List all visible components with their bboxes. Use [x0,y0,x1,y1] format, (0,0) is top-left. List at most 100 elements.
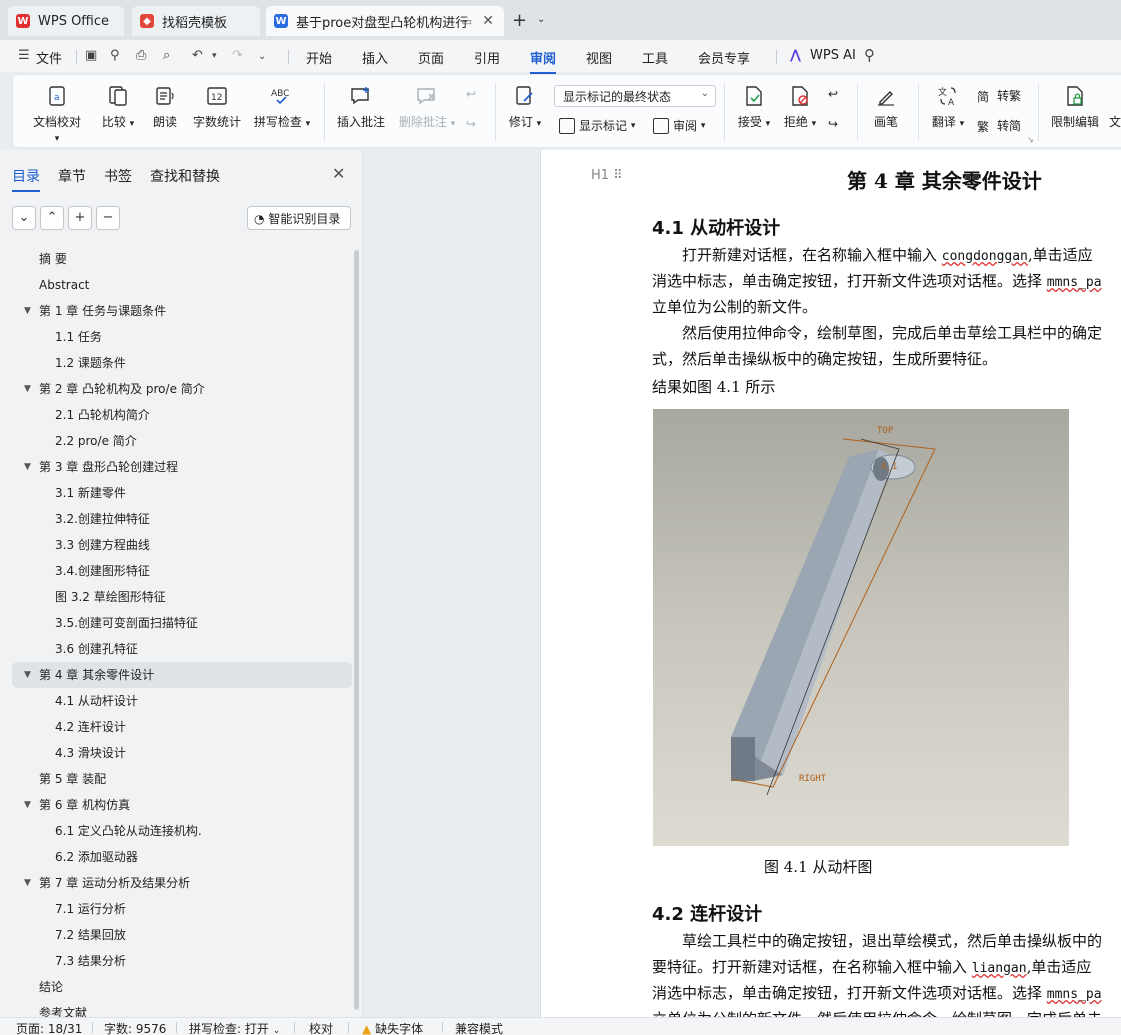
tab-docer[interactable]: ◆ 找稻壳模板 [132,6,260,36]
window-icon[interactable]: ▭ [462,15,472,28]
to-simplified-button[interactable]: 繁 转简 [977,117,1021,134]
wps-ai-icon[interactable]: ⋀ [790,48,801,63]
new-tab-icon[interactable]: + [512,10,527,31]
hamburger-icon[interactable]: ☰ [18,48,30,63]
save-icon[interactable]: ▣ [85,48,97,63]
spell-check-button[interactable]: ABC 拼写检查 ▾ [251,85,313,130]
menu-start[interactable]: 开始 [306,48,332,67]
toc-item[interactable]: 3.6 创建孔特征 [12,636,352,662]
toc-item[interactable]: Abstract [12,272,352,298]
restrict-edit-button[interactable]: 限制编辑 [1049,85,1101,130]
prev-comment-icon[interactable]: ↩ [466,87,476,101]
accept-button[interactable]: 接受 ▾ [735,85,773,130]
toc-item[interactable]: 7.2 结果回放 [12,922,352,948]
toc-item[interactable]: 4.1 从动杆设计 [12,688,352,714]
expand-arrow-icon[interactable]: ▼ [24,376,31,402]
track-changes-button[interactable]: 修订 ▾ [505,85,545,130]
toc-item[interactable]: ▼ 第 2 章 凸轮机构及 pro/e 简介 [12,376,352,402]
nav-tab-find-replace[interactable]: 查找和替换 [150,166,220,186]
nav-tab-toc[interactable]: 目录 [12,166,40,192]
expand-arrow-icon[interactable]: ▼ [24,792,31,818]
next-comment-icon[interactable]: ↪ [466,117,476,131]
menu-references[interactable]: 引用 [474,48,500,67]
review-pane-button[interactable]: 审阅 ▾ [653,117,705,134]
toc-item[interactable]: 图 3.2 草绘图形特征 [12,584,352,610]
menu-file[interactable]: 文件 [36,48,62,67]
chevron-down-icon[interactable]: ⌄ [258,51,266,62]
menu-membership[interactable]: 会员专享 [698,48,750,67]
undo-icon[interactable]: ↶ [192,48,203,63]
toc-item[interactable]: 3.2.创建拉伸特征 [12,506,352,532]
compare-button[interactable]: 比较 ▾ [99,85,137,130]
chevron-down-icon[interactable]: ▾ [212,51,217,61]
figure-image[interactable]: TOP A_1 RIGHT [653,409,1069,846]
menu-tools[interactable]: 工具 [642,48,668,67]
pen-button[interactable]: 画笔 [871,85,901,130]
toc-item[interactable]: 3.5.创建可变剖面扫描特征 [12,610,352,636]
toc-item[interactable]: 7.3 结果分析 [12,948,352,974]
close-icon[interactable]: ✕ [332,164,345,183]
toc-item[interactable]: 1.2 课题条件 [12,350,352,376]
insert-comment-button[interactable]: 插入批注 [335,85,387,130]
search-icon[interactable]: ⚲ [864,46,875,64]
toc-item[interactable]: ▼ 第 6 章 机构仿真 [12,792,352,818]
chevron-down-icon[interactable]: ⌄ [537,14,545,25]
expand-arrow-icon[interactable]: ▼ [24,298,31,324]
doc-check-button[interactable]: a 文档校对 ▾ [29,85,85,144]
menu-wps-ai[interactable]: WPS AI [810,48,856,63]
nav-tab-sections[interactable]: 章节 [58,166,86,186]
page-indicator[interactable]: 页面: 18/31 [16,1020,82,1035]
next-change-icon[interactable]: ↪ [828,117,838,131]
word-count-button[interactable]: 12 字数统计 [191,85,243,130]
menu-page[interactable]: 页面 [418,48,444,67]
tab-wps-office[interactable]: W WPS Office [8,6,124,36]
toc-item[interactable]: 摘 要 [12,246,352,272]
menu-view[interactable]: 视图 [586,48,612,67]
collapse-up-button[interactable]: ⌃ [40,206,64,230]
add-heading-button[interactable]: + [68,206,92,230]
word-count-indicator[interactable]: 字数: 9576 [104,1020,166,1035]
toc-item[interactable]: 2.1 凸轮机构简介 [12,402,352,428]
prev-change-icon[interactable]: ↩ [828,87,838,101]
markup-state-select[interactable]: 显示标记的最终状态 ⌄ [554,85,716,107]
toc-item[interactable]: ▼ 第 3 章 盘形凸轮创建过程 [12,454,352,480]
toc-item[interactable]: 4.3 滑块设计 [12,740,352,766]
translate-button[interactable]: 文A 翻译 ▾ [929,85,967,130]
toc-item[interactable]: ▼ 第 1 章 任务与课题条件 [12,298,352,324]
toc-item[interactable]: 6.1 定义凸轮从动连接机构. [12,818,352,844]
expand-arrow-icon[interactable]: ▼ [24,662,31,688]
toc-item[interactable]: ▼ 第 4 章 其余零件设计 [12,662,352,688]
missing-font-indicator[interactable]: ▲ 缺失字体 [362,1020,423,1035]
print-icon[interactable]: ⎙ [136,48,146,63]
tab-document[interactable]: W 基于proe对盘型凸轮机构进行 ▭ ✕ [266,6,504,36]
spell-check-indicator[interactable]: 拼写检查: 打开 ⌄ [189,1020,280,1035]
expand-arrow-icon[interactable]: ▼ [24,870,31,896]
collapse-down-button[interactable]: ⌄ [12,206,36,230]
toc-item[interactable]: 6.2 添加驱动器 [12,844,352,870]
expand-icon[interactable]: ↘ [1027,135,1034,144]
toc-item[interactable]: 第 5 章 装配 [12,766,352,792]
toc-item[interactable]: 2.2 pro/e 简介 [12,428,352,454]
expand-arrow-icon[interactable]: ▼ [24,454,31,480]
doc-more-button[interactable]: 文 [1109,85,1121,130]
to-traditional-button[interactable]: 简 转繁 [977,87,1021,104]
toc-item[interactable]: 4.2 连杆设计 [12,714,352,740]
heading-marker-icon[interactable]: H1 ⠿ [591,168,623,183]
menu-insert[interactable]: 插入 [362,48,388,67]
toc-item[interactable]: ▼ 第 7 章 运动分析及结果分析 [12,870,352,896]
reject-button[interactable]: 拒绝 ▾ [781,85,819,130]
toc-item[interactable]: 1.1 任务 [12,324,352,350]
read-aloud-button[interactable]: 朗读 [150,85,180,130]
toc-item[interactable]: 3.4.创建图形特征 [12,558,352,584]
toc-item[interactable]: 3.1 新建零件 [12,480,352,506]
print-preview-icon[interactable]: ⌕ [163,48,170,63]
toc-item[interactable]: 7.1 运行分析 [12,896,352,922]
redo-icon[interactable]: ↷ [232,48,243,63]
toc-item[interactable]: 3.3 创建方程曲线 [12,532,352,558]
toc-item[interactable]: 结论 [12,974,352,1000]
show-markup-button[interactable]: 显示标记 ▾ [559,117,635,134]
scrollbar[interactable] [354,250,359,1010]
proof-indicator[interactable]: 校对 [309,1020,333,1035]
remove-heading-button[interactable]: − [96,206,120,230]
menu-review[interactable]: 审阅 [530,48,557,74]
